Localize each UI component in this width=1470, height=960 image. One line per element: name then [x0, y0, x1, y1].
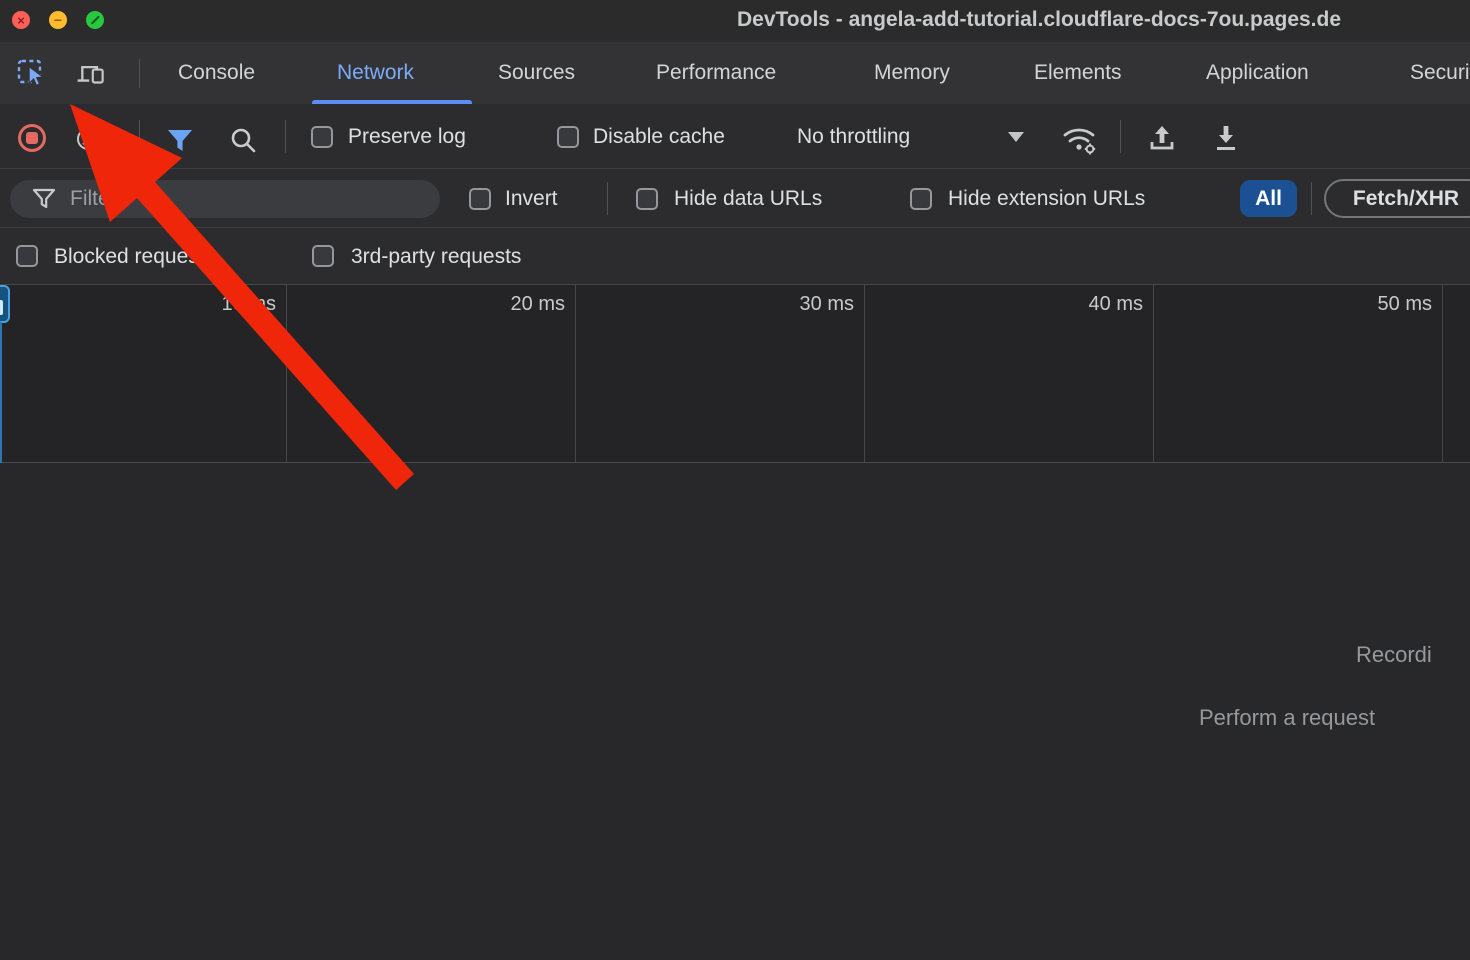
export-har-icon[interactable] — [1210, 124, 1242, 152]
requests-empty-state: Recordi Perform a request — [0, 463, 1470, 960]
timeline-column: 10 ms — [0, 285, 287, 463]
tab-application[interactable]: Application — [1206, 42, 1309, 104]
tab-console[interactable]: Console — [178, 42, 255, 104]
filter-input[interactable] — [70, 187, 410, 211]
timeline-tick-label: 40 ms — [1089, 293, 1143, 316]
recording-activity-text: Recordi — [1356, 642, 1432, 668]
titlebar: × − DevTools - angela-add-tutorial.cloud… — [0, 0, 1470, 42]
toolbar-divider — [139, 120, 140, 153]
timeline-window-edge[interactable] — [0, 322, 2, 463]
timeline-column: 50 ms — [1154, 285, 1443, 463]
timeline-tick-label: 10 ms — [222, 293, 276, 316]
disable-cache-checkbox[interactable] — [557, 126, 579, 148]
window-title: DevTools - angela-add-tutorial.cloudflar… — [737, 8, 1341, 32]
blocked-requests-checkbox[interactable] — [16, 245, 38, 267]
invert-checkbox[interactable] — [469, 188, 491, 210]
devtools-window: × − DevTools - angela-add-tutorial.cloud… — [0, 0, 1470, 960]
throttling-caret-icon[interactable] — [1008, 132, 1024, 142]
clear-icon — [82, 133, 94, 145]
disable-cache-label[interactable]: Disable cache — [593, 104, 725, 169]
tab-memory[interactable]: Memory — [874, 42, 950, 104]
filter-input-funnel-icon — [32, 188, 56, 210]
hide-extension-urls-checkbox[interactable] — [910, 188, 932, 210]
timeline-tick-label: 50 ms — [1378, 293, 1432, 316]
device-toolbar-icon — [74, 58, 108, 90]
clear-network-log-button[interactable] — [77, 128, 99, 150]
search-icon[interactable] — [229, 126, 257, 154]
timeline-column: 40 ms — [865, 285, 1154, 463]
network-filter-row: Invert Hide data URLs Hide extension URL… — [0, 169, 1470, 228]
hide-data-urls-label[interactable]: Hide data URLs — [674, 169, 822, 228]
perform-request-text: Perform a request — [1199, 705, 1375, 731]
network-overview-timeline[interactable]: 10 ms 20 ms 30 ms 40 ms 50 ms — [0, 285, 1470, 463]
hide-data-urls-checkbox[interactable] — [636, 188, 658, 210]
timeline-column: 30 ms — [576, 285, 865, 463]
preserve-log-checkbox[interactable] — [311, 126, 333, 148]
inspect-element-icon — [16, 58, 48, 90]
inspect-element-button[interactable] — [15, 58, 49, 90]
filter-row-divider — [607, 182, 608, 215]
devtools-tabbar: Console Network Sources Performance Memo… — [0, 42, 1470, 104]
toolbar-divider — [285, 120, 286, 153]
request-type-filter-fetch-xhr[interactable]: Fetch/XHR — [1324, 179, 1470, 218]
import-har-icon[interactable] — [1146, 124, 1178, 152]
timeline-tick-label: 30 ms — [800, 293, 854, 316]
third-party-requests-label[interactable]: 3rd-party requests — [351, 228, 521, 285]
network-toolbar: Preserve log Disable cache No throttling — [0, 104, 1470, 169]
filter-row-divider — [1311, 182, 1312, 215]
blocked-requests-label[interactable]: Blocked requests — [54, 228, 215, 285]
record-network-log-button[interactable] — [18, 124, 46, 152]
throttling-select[interactable]: No throttling — [797, 104, 910, 169]
device-toolbar-button[interactable] — [74, 58, 108, 90]
filter-input-pill[interactable] — [10, 180, 440, 218]
minimize-window-button[interactable]: − — [49, 11, 67, 29]
filter-funnel-icon[interactable] — [166, 129, 194, 153]
tab-network[interactable]: Network — [337, 42, 414, 104]
request-blocking-row: Blocked requests 3rd-party requests — [0, 228, 1470, 285]
tab-security[interactable]: Security — [1410, 42, 1470, 104]
invert-label[interactable]: Invert — [505, 169, 558, 228]
timeline-handle-grip-icon — [0, 300, 3, 315]
timeline-column: 20 ms — [287, 285, 576, 463]
network-conditions-icon[interactable] — [1059, 123, 1101, 155]
tab-sources[interactable]: Sources — [498, 42, 575, 104]
third-party-requests-checkbox[interactable] — [312, 245, 334, 267]
zoom-window-button[interactable] — [86, 11, 104, 29]
tabbar-divider — [139, 59, 140, 88]
toolbar-divider — [1120, 120, 1121, 153]
request-type-filter-all[interactable]: All — [1240, 180, 1297, 217]
preserve-log-label[interactable]: Preserve log — [348, 104, 466, 169]
close-window-button[interactable]: × — [12, 11, 30, 29]
tab-performance[interactable]: Performance — [656, 42, 776, 104]
tab-elements[interactable]: Elements — [1034, 42, 1122, 104]
timeline-tick-label: 20 ms — [511, 293, 565, 316]
record-stop-icon — [26, 132, 38, 144]
timeline-window-handle[interactable] — [0, 285, 10, 323]
hide-extension-urls-label[interactable]: Hide extension URLs — [948, 169, 1145, 228]
zoom-blocked-icon — [90, 15, 99, 24]
